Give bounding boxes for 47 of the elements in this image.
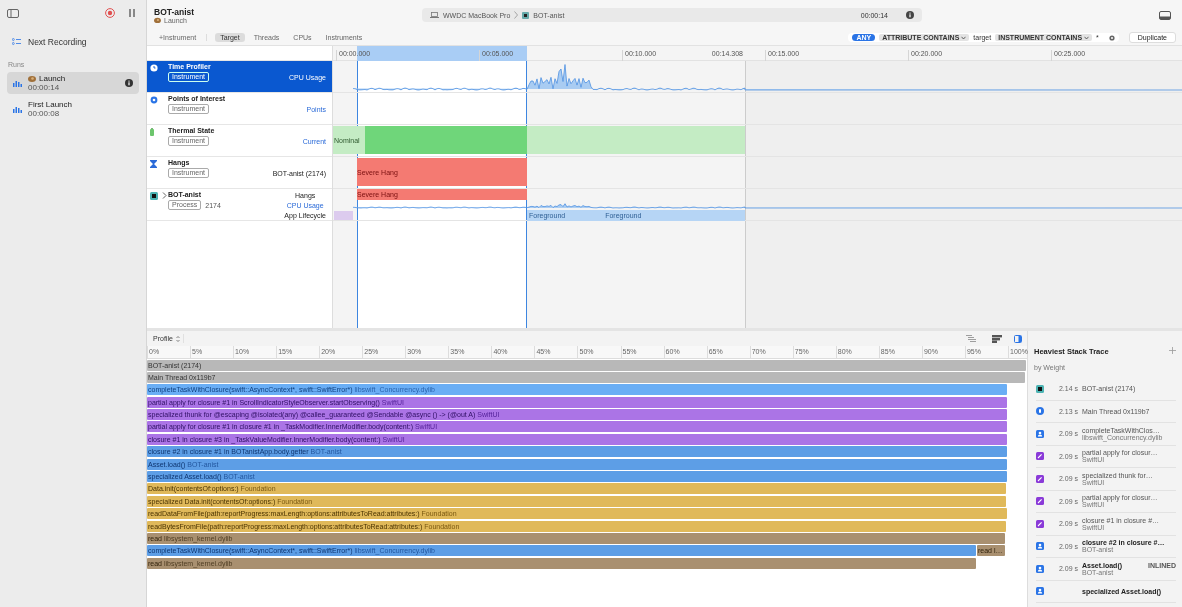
run-duration: 00:00:14 [28, 83, 61, 92]
pencil-icon [1036, 474, 1044, 483]
pause-button[interactable] [129, 9, 135, 17]
up-down-chevron-icon [175, 335, 180, 342]
flame-graph-icon[interactable] [992, 334, 1002, 343]
resize-handle-icon[interactable] [1169, 347, 1176, 354]
pencil-icon [1036, 519, 1044, 528]
call-tree-icon[interactable] [966, 335, 976, 342]
hourglass-icon [150, 160, 157, 168]
run-name: First Launch [28, 100, 73, 109]
laptop-icon [430, 12, 439, 18]
pencil-icon [1036, 497, 1044, 506]
run-item[interactable]: First Launch 00:00:08 [7, 98, 139, 120]
run-item[interactable]: Launch 00:00:14 [7, 72, 139, 94]
chevron-right-icon[interactable] [162, 192, 167, 199]
chevron-right-icon [514, 11, 519, 19]
target-icon [150, 96, 158, 104]
person-icon [1036, 429, 1044, 438]
run-name: Launch [39, 74, 66, 83]
chevron-down-icon [1084, 35, 1090, 40]
run-duration: 00:00:08 [28, 109, 61, 118]
next-recording-item[interactable]: Next Recording [7, 34, 139, 50]
clock-icon [150, 64, 158, 72]
record-button[interactable] [105, 8, 115, 18]
battery-icon [150, 128, 154, 136]
app-icon [1036, 384, 1044, 393]
pencil-icon [1036, 452, 1044, 461]
chevron-down-icon [961, 35, 967, 40]
person-icon [1036, 542, 1044, 551]
thread-icon [1036, 407, 1044, 416]
app-icon [154, 17, 161, 23]
info-icon[interactable] [906, 11, 914, 19]
settings-icon[interactable] [1108, 34, 1115, 41]
person-icon [1036, 564, 1044, 573]
app-icon [522, 11, 530, 19]
info-icon[interactable] [125, 79, 133, 87]
chart-icon [13, 105, 22, 113]
app-icon [28, 75, 36, 82]
panel-icon[interactable] [1159, 10, 1171, 20]
inspector-toggle-icon[interactable] [1014, 334, 1022, 343]
list-icon [12, 38, 21, 46]
lifecycle-bar [334, 211, 353, 220]
app-icon [150, 192, 158, 200]
chart-icon [13, 79, 22, 87]
document-title: BOT-anist [154, 6, 196, 17]
sidebar-toggle-icon[interactable] [7, 8, 19, 18]
person-icon [1036, 587, 1044, 596]
